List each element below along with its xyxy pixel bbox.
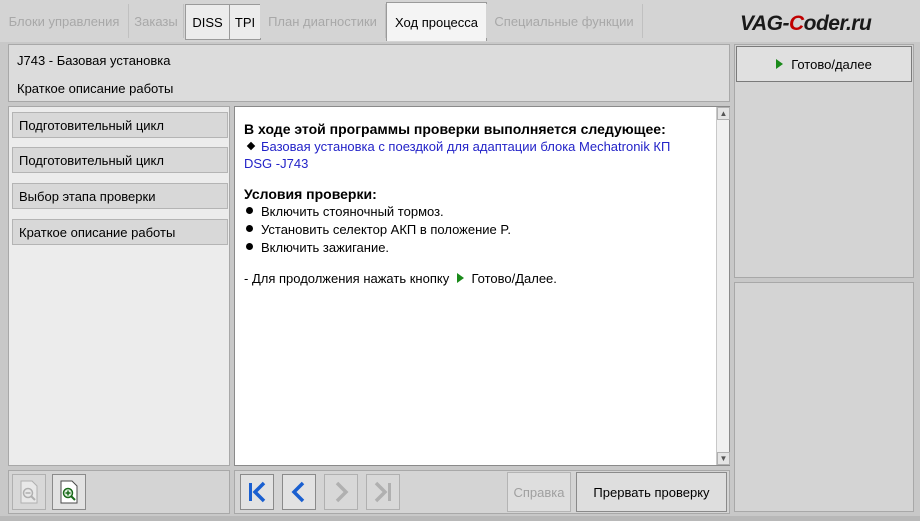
nav-item-short-description[interactable]: Краткое описание работы xyxy=(12,219,228,245)
chevron-left-icon xyxy=(291,481,305,503)
header-panel: J743 - Базовая установка Краткое описани… xyxy=(8,44,730,102)
navigation-toolbar: Справка Прервать проверку xyxy=(234,470,730,514)
tab-tpi[interactable]: TPI xyxy=(229,4,261,40)
condition-item: Включить зажигание. xyxy=(261,240,390,255)
window-bottom-edge xyxy=(0,516,920,521)
tab-control-units[interactable]: Блоки управления xyxy=(0,4,129,38)
tab-orders[interactable]: Заказы xyxy=(129,4,184,38)
nav-item-label: Подготовительный цикл xyxy=(19,152,164,168)
program-link-line2[interactable]: DSG -J743 xyxy=(244,156,308,171)
zoom-out-button[interactable] xyxy=(12,474,46,510)
bullet-icon xyxy=(246,243,253,250)
scroll-up-arrow-icon[interactable]: ▲ xyxy=(717,107,730,120)
condition-item: Установить селектор АКП в положение P. xyxy=(261,222,512,237)
description-content: В ходе этой программы проверки выполняет… xyxy=(234,106,730,466)
right-panel-bottom xyxy=(734,282,914,512)
nav-item-select-test-stage[interactable]: Выбор этапа проверки xyxy=(12,183,228,209)
scroll-down-arrow-icon[interactable]: ▼ xyxy=(717,452,730,465)
ready-next-label: Готово/далее xyxy=(791,56,872,72)
continue-instruction: - Для продолжения нажать кнопку Готово/Д… xyxy=(244,271,557,286)
last-step-button[interactable] xyxy=(366,474,400,510)
nav-item-label: Выбор этапа проверки xyxy=(19,188,156,204)
play-icon xyxy=(776,59,784,69)
page-subtitle: Краткое описание работы xyxy=(17,81,174,96)
step-navigation: Подготовительный цикл Подготовительный ц… xyxy=(8,106,230,466)
tab-diagnostic-plan[interactable]: План диагностики xyxy=(260,4,386,38)
zoom-in-button[interactable] xyxy=(52,474,86,510)
ready-next-button[interactable]: Готово/далее xyxy=(736,46,912,82)
skip-to-start-icon xyxy=(249,481,266,503)
abort-test-button[interactable]: Прервать проверку xyxy=(576,472,727,512)
bullet-icon xyxy=(246,141,256,151)
chevron-right-icon xyxy=(335,481,349,503)
previous-step-button[interactable] xyxy=(282,474,316,510)
play-icon xyxy=(456,273,464,283)
zoom-out-icon xyxy=(20,480,38,504)
program-link-line1[interactable]: Базовая установка с поездкой для адаптац… xyxy=(261,139,670,154)
content-heading: В ходе этой программы проверки выполняет… xyxy=(244,121,666,137)
bullet-icon xyxy=(246,225,253,232)
next-step-button[interactable] xyxy=(324,474,358,510)
bullet-icon xyxy=(246,207,253,214)
nav-item-preparatory-cycle-2[interactable]: Подготовительный цикл xyxy=(12,147,228,173)
zoom-in-icon xyxy=(60,480,78,504)
zoom-toolbar xyxy=(8,470,230,514)
tab-process[interactable]: Ход процесса xyxy=(386,2,487,41)
condition-item: Включить стояночный тормоз. xyxy=(261,204,444,219)
nav-item-label: Краткое описание работы xyxy=(19,224,176,240)
tab-special-functions[interactable]: Специальные функции xyxy=(486,4,643,38)
content-scrollbar[interactable]: ▲ ▼ xyxy=(716,107,730,465)
nav-item-preparatory-cycle-1[interactable]: Подготовительный цикл xyxy=(12,112,228,138)
page-title: J743 - Базовая установка xyxy=(17,53,171,68)
skip-to-end-icon xyxy=(374,481,391,503)
nav-item-label: Подготовительный цикл xyxy=(19,117,164,133)
tab-diss[interactable]: DISS xyxy=(185,4,230,40)
conditions-heading: Условия проверки: xyxy=(244,186,377,202)
first-step-button[interactable] xyxy=(240,474,274,510)
watermark-logo: VAG-Coder.ru xyxy=(740,12,872,35)
help-button[interactable]: Справка xyxy=(507,472,571,512)
